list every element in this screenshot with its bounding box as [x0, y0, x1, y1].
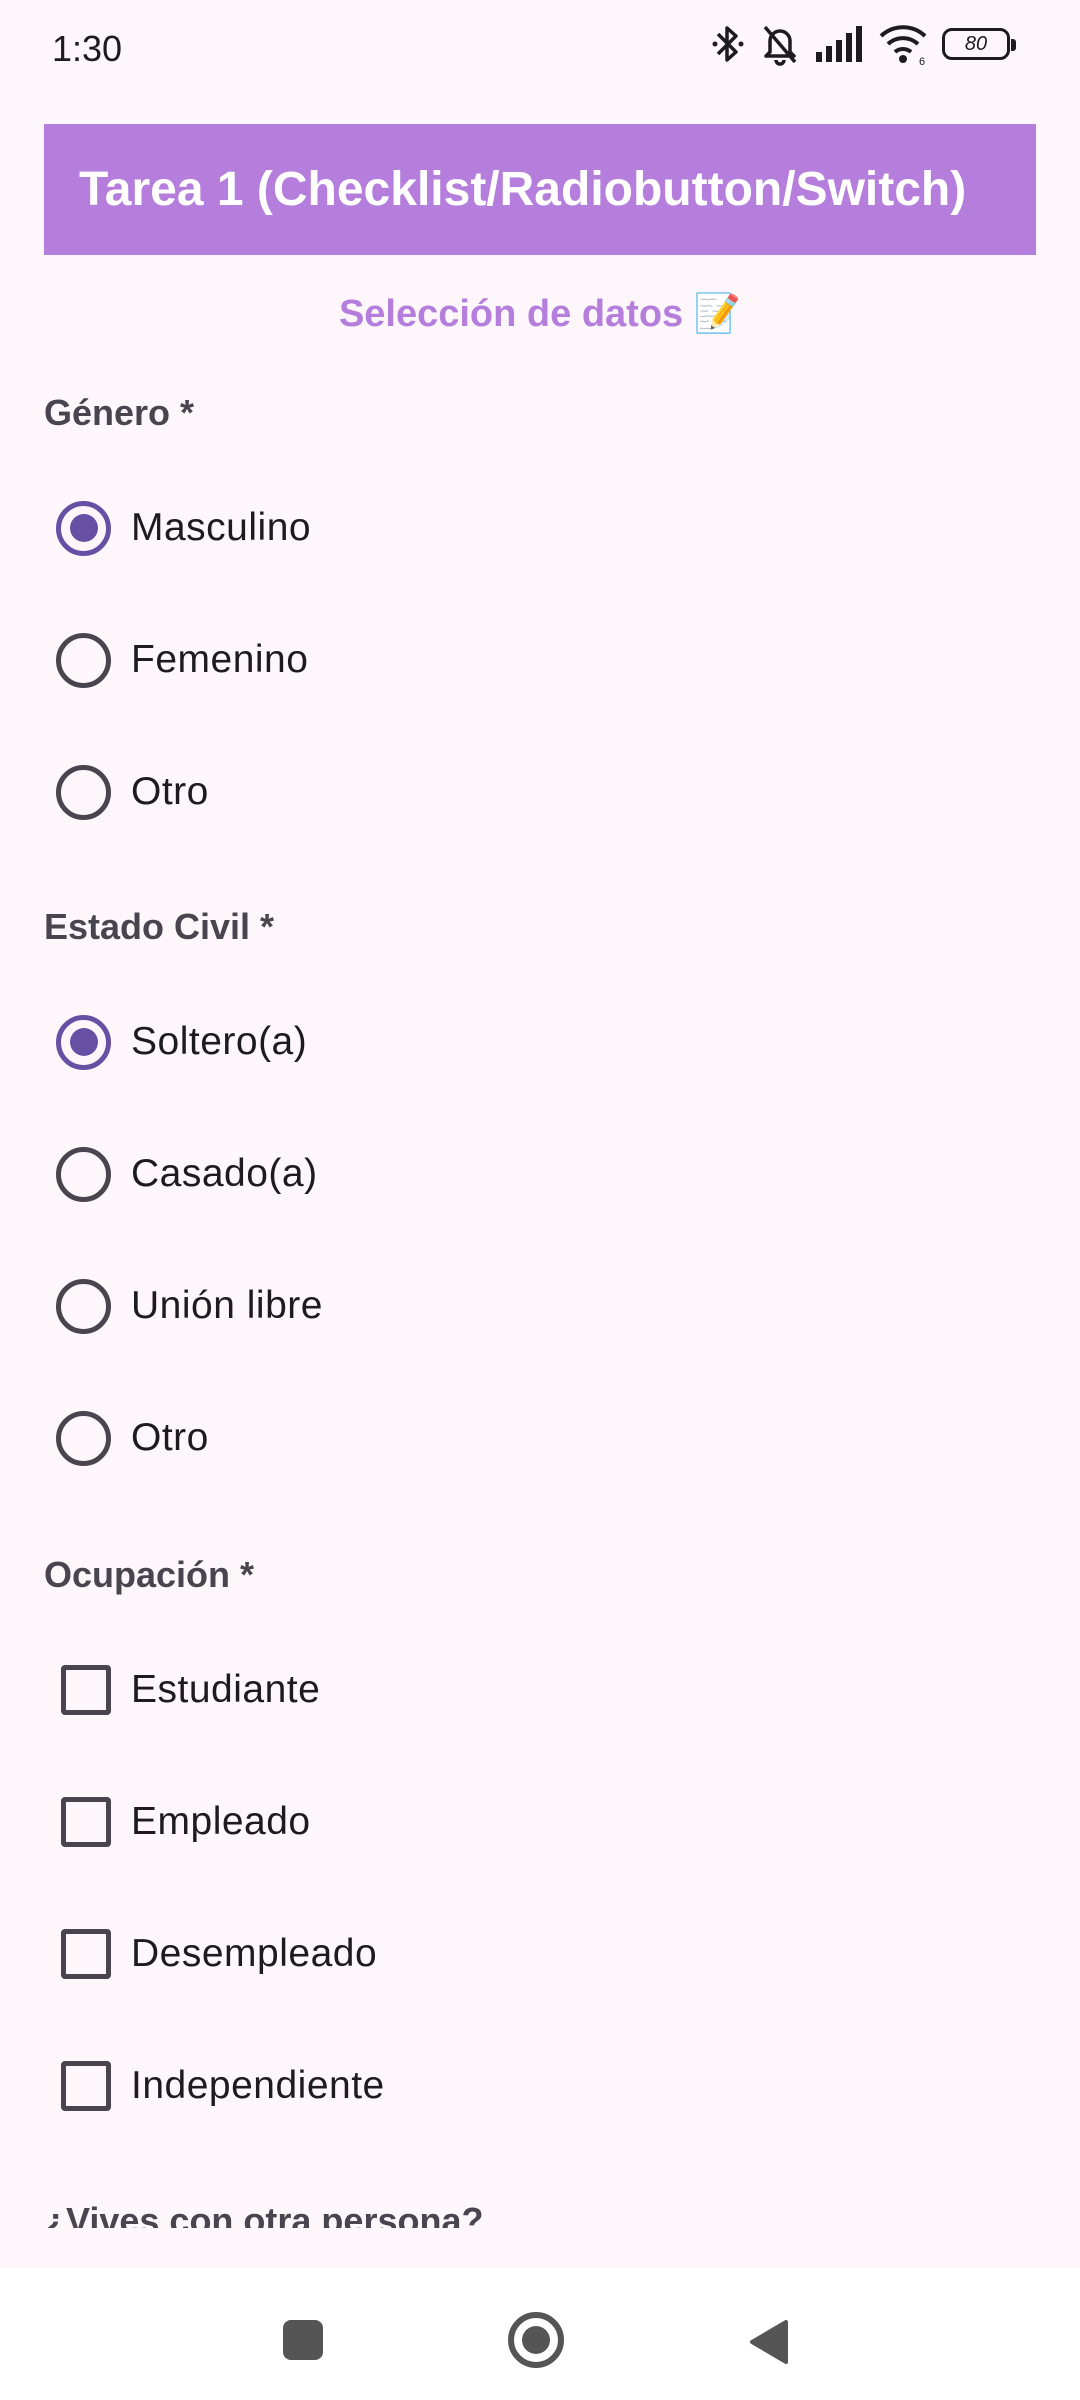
- genero-option-masculino[interactable]: Masculino: [56, 488, 311, 568]
- genero-option-otro[interactable]: Otro: [56, 752, 209, 832]
- option-label: Casado(a): [131, 1152, 318, 1195]
- bluetooth-icon: [712, 26, 744, 62]
- estado-civil-label: Estado Civil *: [44, 906, 275, 947]
- radio-button-selected[interactable]: [56, 1014, 111, 1070]
- estado-civil-option-casado[interactable]: Casado(a): [56, 1134, 318, 1214]
- checkbox[interactable]: [61, 1797, 111, 1847]
- app-header: Tarea 1 (Checklist/Radiobutton/Switch): [44, 124, 1036, 255]
- back-button-icon[interactable]: [748, 2318, 788, 2366]
- genero-option-femenino[interactable]: Femenino: [56, 620, 308, 700]
- ocupacion-option-desempleado[interactable]: Desempleado: [56, 1914, 377, 1994]
- radio-button[interactable]: [56, 1278, 111, 1334]
- checkbox[interactable]: [61, 1929, 111, 1979]
- status-icons: 6 80: [710, 22, 1016, 66]
- option-label: Soltero(a): [131, 1020, 308, 1063]
- option-label: Otro: [131, 770, 209, 813]
- battery-icon: 80: [942, 28, 1016, 60]
- ocupacion-option-empleado[interactable]: Empleado: [56, 1782, 311, 1862]
- home-button-icon[interactable]: [508, 2312, 564, 2368]
- estado-civil-option-soltero[interactable]: Soltero(a): [56, 1002, 307, 1082]
- option-label: Femenino: [131, 638, 309, 681]
- svg-text:6: 6: [919, 56, 925, 66]
- option-label: Desempleado: [131, 1932, 378, 1975]
- option-label: Unión libre: [131, 1284, 323, 1327]
- status-time: 1:30: [52, 28, 123, 69]
- option-label: Estudiante: [131, 1668, 321, 1711]
- radio-button-selected[interactable]: [56, 500, 111, 556]
- genero-label: Género *: [44, 392, 195, 433]
- option-label: Otro: [131, 1416, 209, 1459]
- vives-label: ¿Vives con otra persona?: [44, 2200, 484, 2228]
- bell-muted-icon: [763, 25, 797, 66]
- option-label: Independiente: [131, 2064, 385, 2107]
- radio-button[interactable]: [56, 1410, 111, 1466]
- radio-button[interactable]: [56, 632, 111, 688]
- radio-button[interactable]: [56, 764, 111, 820]
- ocupacion-option-independiente[interactable]: Independiente: [56, 2046, 385, 2126]
- checkbox[interactable]: [61, 1665, 111, 1715]
- page-title: Tarea 1 (Checklist/Radiobutton/Switch): [79, 163, 967, 216]
- signal-icon: [816, 26, 862, 62]
- estado-civil-option-union-libre[interactable]: Unión libre: [56, 1266, 323, 1346]
- status-bar: 1:30 6 80: [0, 0, 1080, 100]
- radio-button[interactable]: [56, 1146, 111, 1202]
- ocupacion-label: Ocupación *: [44, 1554, 255, 1595]
- ocupacion-option-estudiante[interactable]: Estudiante: [56, 1650, 320, 1730]
- navigation-bar: [0, 2268, 1080, 2400]
- page-subtitle: Selección de datos 📝: [338, 293, 742, 335]
- checkbox[interactable]: [61, 2061, 111, 2111]
- recents-button-icon[interactable]: [283, 2320, 323, 2360]
- option-label: Masculino: [131, 506, 312, 549]
- battery-level: 80: [964, 32, 988, 55]
- wifi-icon: 6: [879, 25, 927, 66]
- option-label: Empleado: [131, 1800, 311, 1843]
- estado-civil-option-otro[interactable]: Otro: [56, 1398, 209, 1478]
